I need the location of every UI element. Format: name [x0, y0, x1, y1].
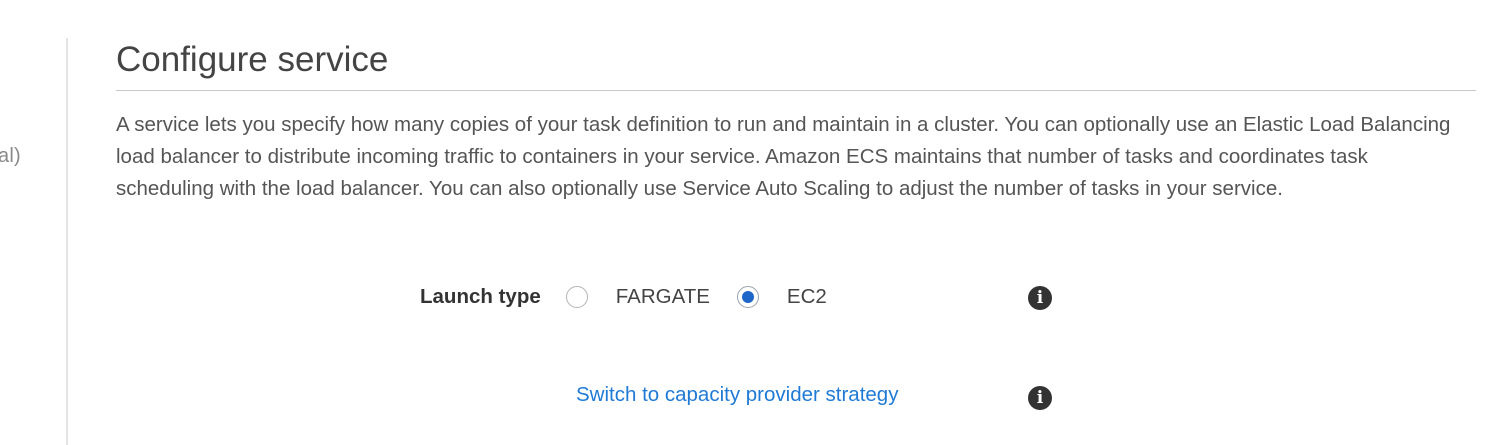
page-title: Configure service: [116, 40, 389, 79]
page: al) Configure service A service lets you…: [0, 0, 1509, 445]
launch-type-row: Launch type FARGATE EC2: [420, 280, 827, 314]
sidebar-item-fragment[interactable]: al): [0, 145, 21, 168]
launch-type-info-icon[interactable]: i: [1028, 286, 1052, 310]
launch-type-label: Launch type: [420, 285, 541, 308]
fargate-radio[interactable]: [565, 286, 588, 308]
ec2-radio-label[interactable]: EC2: [787, 285, 827, 309]
sidebar-divider: [66, 38, 68, 445]
ec2-radio[interactable]: [736, 286, 759, 308]
capacity-provider-info-icon[interactable]: i: [1028, 386, 1052, 410]
section-description: A service lets you specify how many copi…: [116, 113, 1451, 200]
title-divider: [116, 90, 1476, 91]
switch-capacity-provider-link[interactable]: Switch to capacity provider strategy: [576, 383, 898, 407]
fargate-radio-label[interactable]: FARGATE: [616, 285, 710, 309]
